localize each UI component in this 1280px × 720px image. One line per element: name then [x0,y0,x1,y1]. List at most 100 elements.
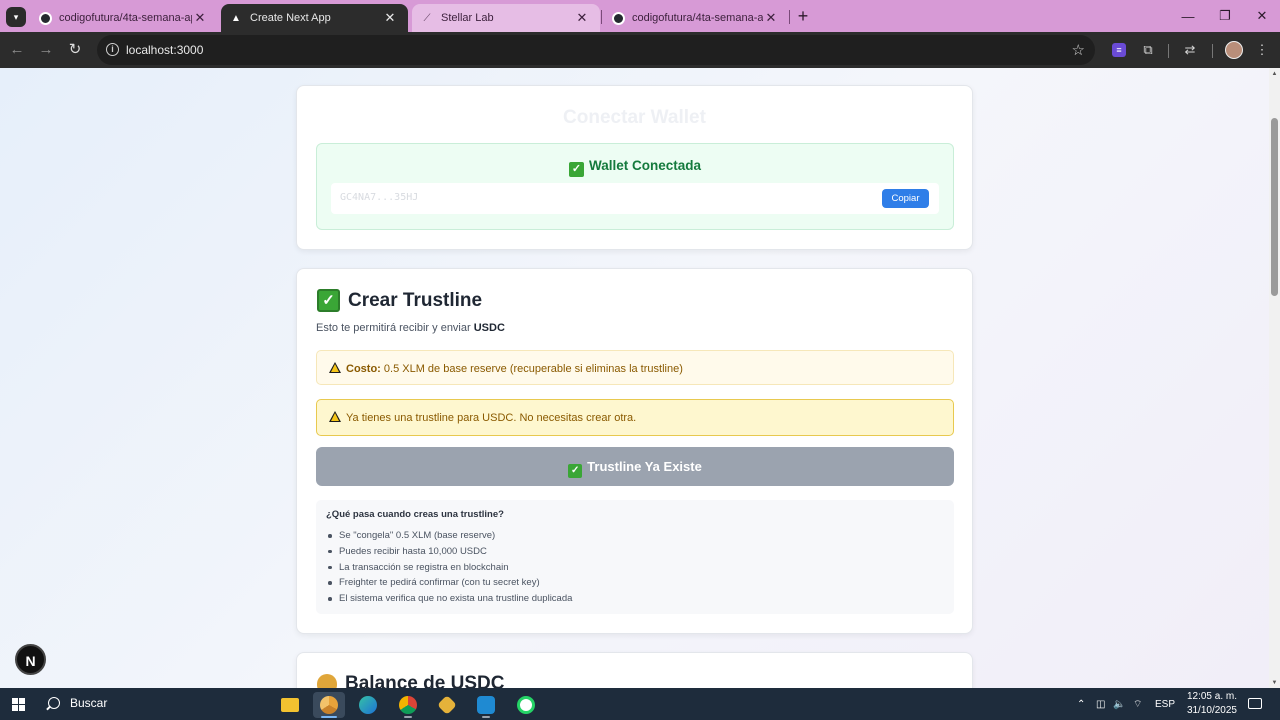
clock-date: 31/10/2025 [1186,705,1237,716]
github-icon [38,11,52,25]
address-bar[interactable]: i localhost:3000 ☆ [97,35,1095,65]
browser-toolbar: ← → ↻ i localhost:3000 ☆ ≡ ⧉ ⇄ ⋮ [0,32,1280,68]
chrome-app[interactable] [392,692,424,718]
close-window-icon[interactable]: ✕ [1244,0,1280,32]
warning-text: Ya tienes una trustline para USDC. No ne… [346,412,637,424]
trustline-button-label: Trustline Ya Existe [587,459,702,474]
reload-icon[interactable]: ↻ [65,40,85,60]
tray-overflow-icon[interactable]: ⌃ [1077,688,1085,720]
trustline-exists-button[interactable]: ✓ Trustline Ya Existe [316,447,954,486]
balance-title: Balance de USDC [345,673,505,688]
site-info-icon[interactable]: i [106,43,119,56]
subtitle-text: Esto te permitirá recibir y enviar [316,322,471,334]
close-tab-icon[interactable]: ✕ [574,10,590,26]
vscode-app[interactable] [470,692,502,718]
chrome-icon [399,696,417,714]
forward-icon[interactable]: → [36,40,56,60]
network-icon[interactable]: ⌔ [1133,688,1142,720]
trustline-info-box: ¿Qué pasa cuando creas una trustline? Se… [316,500,954,614]
translate-icon[interactable]: ⇄ [1180,40,1200,60]
meet-now-icon[interactable]: ◫ [1096,688,1105,720]
wallet-card: Conectar Wallet ✓ Wallet Conectada GC4NA7… [296,85,973,250]
toolbar-separator [1212,44,1213,58]
info-list: Se "congela" 0.5 XLM (base reserve) Pued… [326,528,572,607]
warning-icon [329,362,341,373]
extension-icon[interactable]: ≡ [1112,43,1126,57]
whatsapp-app[interactable] [510,692,542,718]
balance-heading: Balance de USDC [317,673,504,688]
search-icon [48,697,60,709]
git-app[interactable] [431,692,463,718]
whatsapp-icon [517,696,535,714]
copy-address-button[interactable]: Copiar [882,189,929,208]
minimize-icon[interactable]: — [1170,0,1206,32]
clock-time: 12:05 a. m. [1186,691,1237,702]
tab-title: Stellar Lab [441,12,494,24]
scroll-down-icon[interactable]: ▼ [1271,680,1278,686]
more-menu-icon[interactable]: ⋮ [1252,40,1272,60]
bookmark-star-icon[interactable]: ☆ [1072,41,1085,59]
windows-start-icon[interactable] [12,698,25,711]
wallet-status-text: Wallet Conectada [588,158,702,173]
list-item: Puedes recibir hasta 10,000 USDC [326,544,572,560]
wallet-address-row: GC4NA7...35HJ Copiar [331,183,939,214]
volume-icon[interactable]: 🔈 [1113,688,1125,720]
trustline-card: ✓ Crear Trustline Esto te permitirá reci… [296,268,973,634]
back-icon[interactable]: ← [7,40,27,60]
list-item: La transacción se registra en blockchain [326,560,572,576]
tab-github-2[interactable]: codigofutura/4ta-semana-aplic ✕ [603,4,789,32]
extensions-puzzle-icon[interactable]: ⧉ [1138,40,1158,60]
checkmark-icon: ✓ [317,289,340,312]
info-title: ¿Qué pasa cuando creas una trustline? [326,509,504,520]
active-indicator [321,716,337,718]
language-indicator[interactable]: ESP [1155,688,1175,720]
scroll-up-icon[interactable]: ▲ [1271,71,1278,77]
git-icon [437,695,457,715]
tab-search-menu-button[interactable]: ▾ [6,7,26,27]
taskbar-search-label: Buscar [70,696,108,710]
restore-icon[interactable]: ❐ [1207,0,1243,32]
browser-tabstrip: ▾ codigofutura/4ta-semana-aplic ✕ ▲ Crea… [0,0,1280,32]
chrome-canary-app[interactable] [313,692,345,718]
warning-icon [329,411,341,422]
tab-title: Create Next App [250,12,331,24]
trustline-heading: ✓ Crear Trustline [317,289,482,312]
cost-label: Costo: [346,363,381,375]
nextjs-dev-indicator[interactable]: N [15,644,46,675]
checkmark-icon: ✓ [568,162,584,177]
windows-taskbar: Buscar ⌃ ◫ 🔈 ⌔ ESP 12:05 a. m. 31/10/202… [0,688,1280,720]
taskbar-search[interactable]: Buscar [48,696,107,710]
trustline-subtitle: Esto te permitirá recibir y enviar USDC [316,322,505,334]
file-explorer-app[interactable] [274,692,306,718]
scrollbar-thumb[interactable] [1271,118,1278,296]
list-item: Se "congela" 0.5 XLM (base reserve) [326,528,572,544]
tab-github-1[interactable]: codigofutura/4ta-semana-aplic ✕ [30,4,218,32]
cost-text: 0.5 XLM de base reserve (recuperable si … [383,363,683,375]
wallet-connected-panel: ✓ Wallet Conectada GC4NA7...35HJ Copiar [316,143,954,230]
new-tab-button[interactable]: + [792,5,814,27]
tab-stellar-lab[interactable]: ⟋ Stellar Lab ✕ [412,4,600,32]
page-viewport: Conectar Wallet ✓ Wallet Conectada GC4NA7… [0,68,1269,688]
tab-title: codigofutura/4ta-semana-aplic [59,12,192,24]
edge-icon [359,696,377,714]
trustline-title: Crear Trustline [348,289,483,311]
edge-app[interactable] [352,692,384,718]
close-tab-icon[interactable]: ✕ [192,10,208,26]
wallet-address: GC4NA7...35HJ [340,192,419,203]
list-item: Freighter te pedirá confirmar (con tu se… [326,575,572,591]
chrome-canary-icon [320,696,338,714]
address-url[interactable]: localhost:3000 [126,43,203,57]
tab-create-next-app[interactable]: ▲ Create Next App ✕ [221,4,408,32]
profile-avatar[interactable] [1225,41,1243,59]
vscode-icon [477,696,495,714]
toolbar-separator [1168,44,1169,58]
page-scrollbar[interactable]: ▲ ▼ [1269,68,1280,688]
close-tab-icon[interactable]: ✕ [382,10,398,26]
notifications-icon[interactable] [1248,698,1262,709]
list-item: El sistema verifica que no exista una tr… [326,591,572,607]
open-indicator [482,716,490,718]
taskbar-clock[interactable]: 12:05 a. m. 31/10/2025 [1187,690,1237,718]
balance-card: Balance de USDC [296,652,973,688]
nextjs-triangle-icon: ▲ [231,12,241,24]
close-tab-icon[interactable]: ✕ [763,10,779,26]
